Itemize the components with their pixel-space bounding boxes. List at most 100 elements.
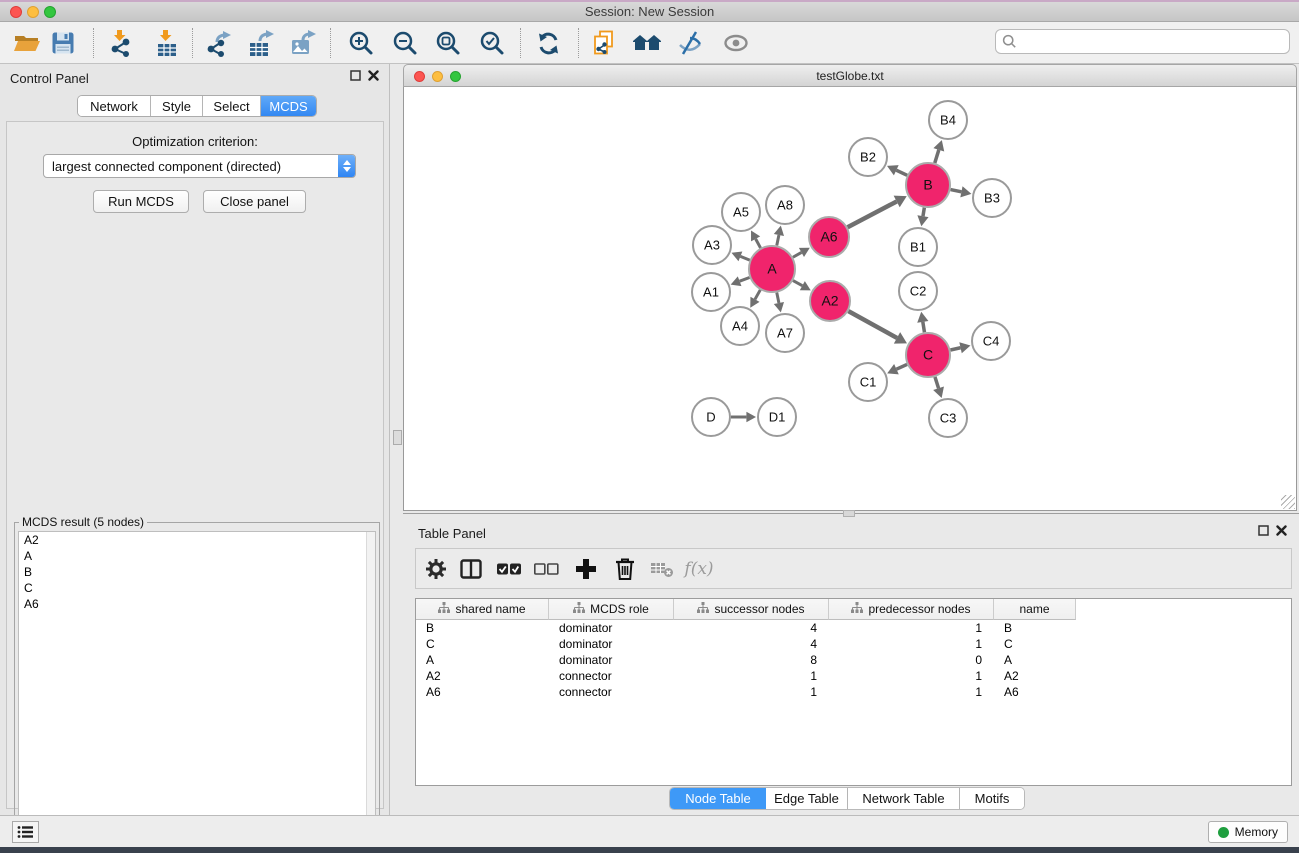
horizontal-splitter-handle[interactable] [843, 510, 855, 517]
column-header-predecessor-nodes[interactable]: predecessor nodes [829, 599, 994, 620]
export-image-icon[interactable] [286, 26, 320, 60]
import-table-icon[interactable] [149, 26, 183, 60]
mcds-result-item[interactable]: A [19, 548, 375, 564]
import-network-icon[interactable] [103, 26, 137, 60]
table-row[interactable]: A2connector11A2 [416, 668, 1291, 684]
graph-node-A[interactable]: A [749, 246, 795, 292]
mcds-result-item[interactable]: A2 [19, 532, 375, 548]
tab-edge-table[interactable]: Edge Table [766, 788, 848, 809]
save-session-icon[interactable] [46, 26, 80, 60]
graph-node-A6[interactable]: A6 [809, 217, 849, 257]
graph-node-C4[interactable]: C4 [972, 322, 1010, 360]
graph-node-C[interactable]: C [906, 333, 950, 377]
edge-B-B3[interactable] [951, 190, 962, 192]
network-zoom-traffic-light[interactable] [450, 71, 461, 82]
tab-network[interactable]: Network [78, 96, 151, 116]
tab-motifs[interactable]: Motifs [960, 788, 1024, 809]
memory-button[interactable]: Memory [1208, 821, 1288, 843]
edge-B-B1[interactable] [923, 208, 924, 216]
table-row[interactable]: Adominator80A [416, 652, 1291, 668]
column-header-shared-name[interactable]: shared name [416, 599, 549, 620]
column-header-name[interactable]: name [994, 599, 1076, 620]
vertical-splitter-handle[interactable] [393, 430, 402, 445]
zoom-out-icon[interactable] [388, 26, 422, 60]
minimize-traffic-light[interactable] [27, 6, 39, 18]
graph-node-B3[interactable]: B3 [973, 179, 1011, 217]
mcds-result-item[interactable]: C [19, 580, 375, 596]
mcds-result-list[interactable]: A2ABCA6 [18, 531, 376, 853]
edge-C-C1[interactable] [896, 364, 907, 369]
show-columns-icon[interactable] [454, 552, 488, 586]
delete-table-icon[interactable] [645, 552, 679, 586]
hide-graphics-details-icon[interactable] [673, 26, 707, 60]
export-network-icon[interactable] [201, 26, 235, 60]
graph-node-B2[interactable]: B2 [849, 138, 887, 176]
edge-A-A1[interactable] [740, 277, 750, 281]
network-minimize-traffic-light[interactable] [432, 71, 443, 82]
criterion-select[interactable]: largest connected component (directed) [43, 154, 356, 178]
close-panel-button[interactable]: Close panel [203, 190, 306, 213]
graph-node-A1[interactable]: A1 [692, 273, 730, 311]
network-window-titlebar[interactable]: testGlobe.txt [403, 64, 1297, 87]
delete-columns-icon[interactable] [608, 552, 642, 586]
tab-style[interactable]: Style [151, 96, 203, 116]
network-canvas[interactable]: B4B2BB3B1A5A8A6A3AA1A4A7A2C2CC4C1C3DD1 [403, 87, 1297, 511]
close-panel-icon[interactable] [368, 70, 379, 81]
mcds-result-item[interactable]: B [19, 564, 375, 580]
edge-A-A6[interactable] [793, 252, 802, 257]
column-header-successor-nodes[interactable]: successor nodes [674, 599, 829, 620]
graph-node-C2[interactable]: C2 [899, 272, 937, 310]
zoom-traffic-light[interactable] [44, 6, 56, 18]
graph-node-B[interactable]: B [906, 163, 950, 207]
zoom-in-icon[interactable] [344, 26, 378, 60]
task-history-button[interactable] [12, 821, 39, 843]
graph-node-A5[interactable]: A5 [722, 193, 760, 231]
graph-node-A3[interactable]: A3 [693, 226, 731, 264]
edge-A-A2[interactable] [793, 281, 802, 286]
graph-node-D[interactable]: D [692, 398, 730, 436]
graph-node-C3[interactable]: C3 [929, 399, 967, 437]
edge-C-C2[interactable] [923, 322, 925, 332]
add-column-icon[interactable] [569, 552, 603, 586]
search-field[interactable] [995, 29, 1290, 54]
zoom-selected-icon[interactable] [475, 26, 509, 60]
show-graphics-details-icon[interactable] [719, 26, 753, 60]
deselect-all-icon[interactable] [529, 552, 563, 586]
tab-network-table[interactable]: Network Table [848, 788, 960, 809]
export-table-icon[interactable] [244, 26, 278, 60]
close-table-panel-icon[interactable] [1276, 525, 1287, 536]
tab-select[interactable]: Select [203, 96, 261, 116]
edge-A-A3[interactable] [740, 256, 749, 260]
edge-A2-C[interactable] [848, 311, 897, 338]
function-builder-icon[interactable]: f(x) [682, 552, 716, 586]
edge-A-A8[interactable] [777, 235, 779, 245]
network-overview-icon[interactable] [588, 26, 622, 60]
graph-node-A4[interactable]: A4 [721, 307, 759, 345]
select-all-icon[interactable] [492, 552, 526, 586]
table-row[interactable]: A6connector11A6 [416, 684, 1291, 700]
float-panel-icon[interactable] [350, 70, 361, 81]
apply-layout-icon[interactable] [531, 26, 565, 60]
zoom-fit-icon[interactable] [431, 26, 465, 60]
network-close-traffic-light[interactable] [414, 71, 425, 82]
graph-node-A2[interactable]: A2 [810, 281, 850, 321]
edge-A-A7[interactable] [777, 293, 779, 303]
edge-A6-B[interactable] [848, 201, 897, 227]
mcds-list-scrollbar[interactable] [366, 532, 375, 853]
edge-A-A4[interactable] [755, 290, 760, 299]
resize-grip-icon[interactable] [1281, 495, 1295, 509]
home-icon[interactable] [630, 26, 664, 60]
search-input[interactable] [1021, 34, 1289, 50]
graph-node-B4[interactable]: B4 [929, 101, 967, 139]
run-mcds-button[interactable]: Run MCDS [93, 190, 189, 213]
float-table-panel-icon[interactable] [1258, 525, 1269, 536]
table-settings-icon[interactable] [419, 552, 453, 586]
close-traffic-light[interactable] [10, 6, 22, 18]
graph-node-C1[interactable]: C1 [849, 363, 887, 401]
open-session-icon[interactable] [10, 26, 44, 60]
edge-B-B4[interactable] [935, 150, 939, 163]
table-row[interactable]: Cdominator41C [416, 636, 1291, 652]
mcds-result-item[interactable]: A6 [19, 596, 375, 612]
edge-C-C4[interactable] [950, 348, 960, 350]
tab-mcds[interactable]: MCDS [261, 96, 316, 116]
